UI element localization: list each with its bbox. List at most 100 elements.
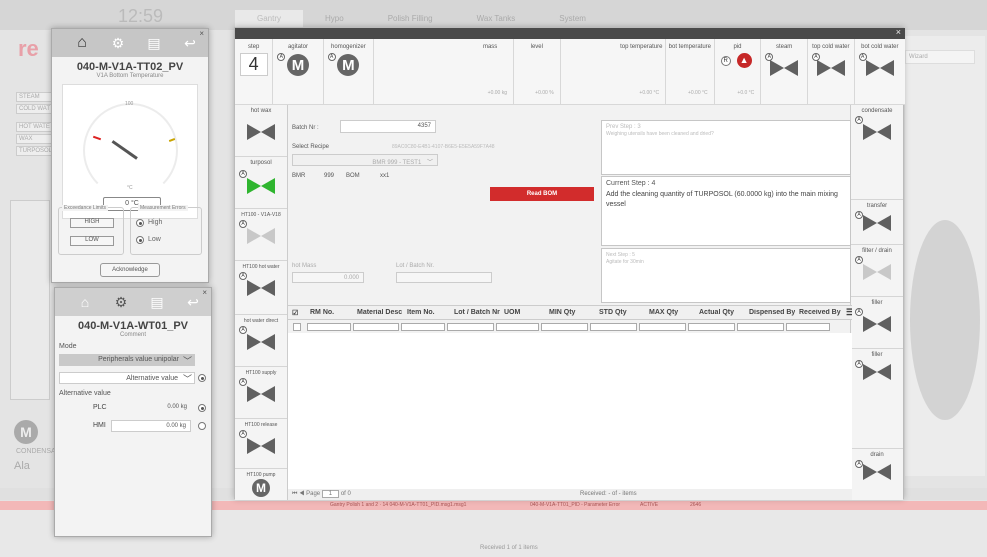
valve-icon[interactable] bbox=[247, 438, 275, 454]
filter-input[interactable] bbox=[401, 323, 445, 331]
select-all-checkbox[interactable]: ☑ bbox=[288, 309, 306, 317]
ht100-pump[interactable]: HT100 pump M bbox=[235, 469, 287, 500]
filter-input[interactable] bbox=[786, 323, 830, 331]
ht100-release-valve[interactable]: HT100 release A bbox=[235, 419, 287, 469]
valve-icon[interactable] bbox=[865, 60, 894, 76]
homogenizer[interactable]: homogenizer A M bbox=[323, 39, 375, 105]
col-rm-no[interactable]: RM No. bbox=[306, 309, 353, 316]
col-item-no[interactable]: Item No. bbox=[403, 309, 450, 316]
level-readout[interactable]: level +0.00 % bbox=[513, 39, 561, 105]
col-material-desc[interactable]: Material Desc bbox=[353, 309, 403, 316]
bot-temperature-readout[interactable]: bot temperature +0.00 °C bbox=[666, 39, 715, 105]
low-error-radio[interactable] bbox=[136, 236, 144, 244]
mass-readout[interactable]: mass +0.00 kg bbox=[467, 39, 514, 105]
valve-icon[interactable] bbox=[863, 316, 891, 332]
list-item[interactable]: HOT WATE bbox=[16, 122, 56, 132]
gear-icon[interactable]: ⚙ bbox=[100, 35, 136, 52]
agitator[interactable]: agitator A M bbox=[273, 39, 324, 105]
gear-icon[interactable]: ⚙ bbox=[103, 294, 139, 311]
home-icon[interactable]: ⌂ bbox=[64, 34, 100, 52]
document-icon[interactable]: ▤ bbox=[139, 294, 175, 311]
col-dispensed-by[interactable]: Dispensed By bbox=[745, 309, 795, 316]
valve-icon[interactable] bbox=[247, 280, 275, 296]
pid-controller[interactable]: pid R ▲ +0.0 °C bbox=[714, 39, 762, 105]
home-icon[interactable]: ⌂ bbox=[67, 294, 103, 310]
alarm-icon[interactable]: ▲ bbox=[736, 53, 752, 68]
bot-cold-water-valve[interactable]: bot cold water A bbox=[854, 39, 905, 105]
valve-icon[interactable] bbox=[816, 60, 845, 76]
hot-water-direct-valve[interactable]: hot water direct A bbox=[235, 315, 287, 367]
valve-icon[interactable] bbox=[863, 464, 891, 480]
alternative-radio[interactable] bbox=[198, 374, 206, 382]
valve-icon[interactable] bbox=[770, 60, 799, 76]
col-received-by[interactable]: Received By bbox=[795, 309, 842, 316]
read-bom-button[interactable]: Read BOM bbox=[490, 187, 594, 201]
filter-drain-valve[interactable]: filter / drain A bbox=[851, 245, 903, 297]
filler-valve[interactable]: filler A bbox=[851, 349, 903, 449]
valve-icon[interactable] bbox=[863, 264, 891, 280]
motor-icon[interactable]: M bbox=[337, 54, 360, 76]
high-error-radio[interactable] bbox=[136, 219, 144, 227]
col-lot-batch[interactable]: Lot / Batch Nr. bbox=[450, 309, 500, 316]
list-item[interactable]: COLD WAT bbox=[16, 104, 56, 114]
list-item[interactable]: TURPOSOL bbox=[16, 146, 56, 156]
valve-icon[interactable] bbox=[247, 124, 275, 140]
list-item[interactable]: WAX bbox=[16, 134, 56, 144]
recipe-select[interactable]: BMR 999 - TEST1 ﹀ bbox=[292, 154, 438, 166]
close-icon[interactable]: × bbox=[896, 27, 901, 37]
background-right-field[interactable]: Wizard bbox=[905, 50, 975, 64]
low-limit-button[interactable]: LOW bbox=[70, 236, 114, 246]
plc-radio[interactable] bbox=[198, 404, 206, 412]
motor-icon[interactable]: M bbox=[286, 54, 309, 76]
ht100-hot-water-valve[interactable]: HT100 hot water A bbox=[235, 261, 287, 315]
drain-valve[interactable]: drain A bbox=[851, 449, 903, 500]
hot-wax-valve[interactable]: hot wax bbox=[235, 105, 287, 157]
menu-icon[interactable]: ☰ bbox=[842, 307, 852, 318]
turposol-valve[interactable]: turposol A bbox=[235, 157, 287, 209]
filter-input[interactable] bbox=[447, 323, 494, 331]
filter-input[interactable] bbox=[639, 323, 686, 331]
filter-input[interactable] bbox=[688, 323, 735, 331]
alternative-select[interactable]: Alternative value bbox=[59, 372, 195, 384]
hot-mass-field[interactable]: 0.000 bbox=[292, 272, 364, 283]
filter-input[interactable] bbox=[307, 323, 351, 331]
high-limit-button[interactable]: HIGH bbox=[70, 218, 114, 228]
filler-valve[interactable]: filler A bbox=[851, 297, 903, 349]
lot-batch-field[interactable] bbox=[396, 272, 492, 283]
valve-open-icon[interactable] bbox=[247, 178, 275, 194]
close-icon[interactable]: × bbox=[202, 288, 207, 297]
filter-input[interactable] bbox=[353, 323, 399, 331]
condensate-valve[interactable]: condensate A bbox=[851, 105, 903, 200]
valve-icon[interactable] bbox=[863, 364, 891, 380]
col-actual-qty[interactable]: Actual Qty bbox=[695, 309, 745, 316]
mode-select[interactable]: Peripherals value unipolar bbox=[59, 354, 195, 366]
page-input[interactable]: 1 bbox=[321, 490, 340, 498]
pager-prev-icon[interactable]: ◀ bbox=[299, 491, 304, 497]
filter-input[interactable] bbox=[541, 323, 588, 331]
top-temperature-readout[interactable]: top temperature +0.00 °C bbox=[617, 39, 667, 105]
pager-first-icon[interactable]: ⏮ bbox=[292, 491, 297, 497]
valve-icon[interactable] bbox=[863, 215, 891, 231]
hmi-radio[interactable] bbox=[198, 422, 206, 430]
valve-icon[interactable] bbox=[247, 386, 275, 402]
filter-checkbox[interactable] bbox=[293, 323, 301, 331]
transfer-valve[interactable]: transfer A bbox=[851, 200, 903, 245]
filter-input[interactable] bbox=[737, 323, 784, 331]
motor-icon[interactable]: M bbox=[252, 479, 270, 497]
batch-number-field[interactable]: 4357 bbox=[340, 120, 436, 133]
col-max-qty[interactable]: MAX Qty bbox=[645, 309, 695, 316]
acknowledge-button[interactable]: Acknowledge bbox=[100, 263, 160, 277]
close-icon[interactable]: × bbox=[199, 29, 204, 38]
col-min-qty[interactable]: MIN Qty bbox=[545, 309, 595, 316]
valve-icon[interactable] bbox=[247, 228, 275, 244]
valve-icon[interactable] bbox=[247, 334, 275, 350]
top-cold-water-valve[interactable]: top cold water A bbox=[807, 39, 855, 105]
document-icon[interactable]: ▤ bbox=[136, 35, 172, 52]
ht100-supply-valve[interactable]: HT100 supply A bbox=[235, 367, 287, 419]
valve-icon[interactable] bbox=[863, 124, 891, 140]
hmi-value-field[interactable]: 0.00 kg bbox=[111, 420, 191, 432]
filter-input[interactable] bbox=[590, 323, 637, 331]
col-uom[interactable]: UOM bbox=[500, 309, 545, 316]
steam-valve[interactable]: steam A bbox=[761, 39, 808, 105]
list-item[interactable]: STEAM bbox=[16, 92, 56, 102]
